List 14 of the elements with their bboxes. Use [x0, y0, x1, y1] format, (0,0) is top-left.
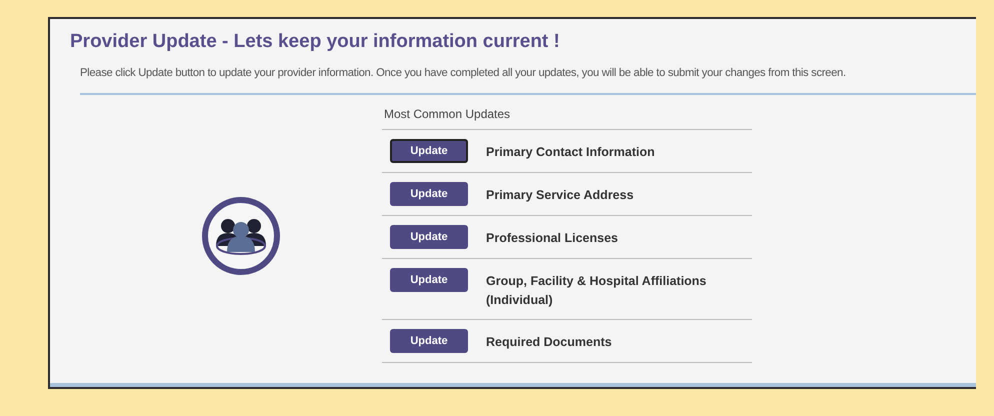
update-button[interactable]: Update: [390, 268, 468, 292]
update-item-label: Professional Licenses: [486, 230, 618, 247]
update-button[interactable]: Update: [390, 139, 468, 163]
update-item-label: Primary Contact Information: [486, 144, 655, 161]
update-item-label: Required Documents: [486, 334, 612, 351]
update-item-label: Group, Facility & Hospital Affiliations (Individual): [486, 273, 708, 309]
instructions-text: Please click Update button to update your provider information. Once you have completed all your updates, you will be able to submit your changes from this screen.: [80, 67, 847, 79]
update-button[interactable]: Update: [390, 328, 468, 352]
update-item-label: Primary Service Address: [486, 187, 634, 204]
update-button[interactable]: Update: [390, 225, 468, 249]
section-heading: Most Common Updates: [382, 107, 752, 130]
people-group-icon: [201, 196, 281, 276]
page-title: Provider Update - Lets keep your information current !: [70, 31, 561, 53]
update-button[interactable]: Update: [390, 182, 468, 206]
